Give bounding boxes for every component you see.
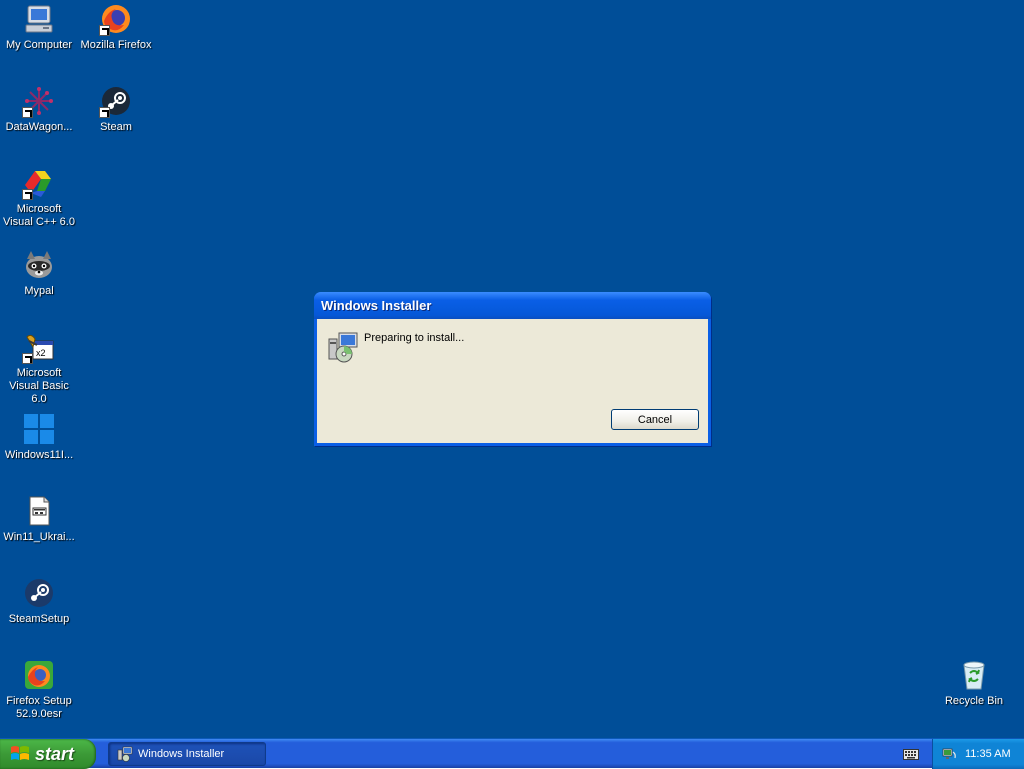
desktop: My Computer Mozilla Firefox DataWagon...…: [0, 0, 1024, 738]
desktop-icon-label: Mypal: [24, 285, 54, 297]
desktop-icon-label: DataWagon...: [5, 121, 73, 133]
steam-setup-icon: [22, 576, 56, 610]
dialog-title: Windows Installer: [321, 298, 432, 313]
system-tray: 11:35 AM: [932, 739, 1024, 769]
desktop-icon-label: Mozilla Firefox: [80, 39, 152, 51]
shortcut-arrow-icon: [99, 107, 110, 118]
taskbar-button-label: Windows Installer: [138, 748, 225, 760]
shortcut-arrow-icon: [22, 107, 33, 118]
start-label: start: [35, 743, 75, 764]
desktop-icon-steam-setup[interactable]: SteamSetup: [0, 576, 78, 626]
shortcut-arrow-icon: [22, 189, 33, 200]
desktop-icon-label: Win11_Ukrai...: [3, 531, 75, 543]
taskbar: start Windows Installer 11:35 AM: [0, 738, 1024, 769]
datawagon-icon: [22, 84, 56, 118]
network-tray-icon[interactable]: [942, 746, 958, 762]
my-computer-icon: [22, 2, 56, 36]
desktop-icon-visual-cpp[interactable]: Microsoft Visual C++ 6.0: [0, 166, 78, 229]
dialog-message: Preparing to install...: [364, 332, 465, 344]
visual-cpp-icon: [22, 166, 56, 200]
windows11-icon: [22, 412, 56, 446]
desktop-icon-label: SteamSetup: [8, 613, 70, 625]
desktop-icon-label: Steam: [100, 121, 132, 133]
firefox-setup-icon: [22, 658, 56, 692]
shortcut-arrow-icon: [22, 353, 33, 364]
desktop-icon-mypal[interactable]: Mypal: [0, 248, 78, 298]
desktop-icon-datawagon[interactable]: DataWagon...: [0, 84, 78, 134]
document-icon: [22, 494, 56, 528]
steam-icon: [99, 84, 133, 118]
firefox-icon: [99, 2, 133, 36]
desktop-icon-my-computer[interactable]: My Computer: [0, 2, 78, 52]
desktop-icon-label: My Computer: [5, 39, 73, 51]
recycle-bin-icon: [957, 658, 991, 692]
desktop-icon-label: Windows11I...: [4, 449, 74, 461]
desktop-icon-windows11[interactable]: Windows11I...: [0, 412, 78, 462]
desktop-icon-label: Recycle Bin: [944, 695, 1004, 707]
windows-installer-dialog: Windows Installer Preparing to install..…: [314, 292, 711, 446]
desktop-icon-label: Microsoft Visual Basic 6.0: [9, 367, 69, 405]
clock[interactable]: 11:35 AM: [965, 748, 1011, 760]
taskbar-button-windows-installer[interactable]: Windows Installer: [108, 742, 266, 766]
mypal-icon: [22, 248, 56, 282]
desktop-icon-steam[interactable]: Steam: [77, 84, 155, 134]
start-button[interactable]: start: [0, 739, 96, 769]
desktop-icon-firefox[interactable]: Mozilla Firefox: [77, 2, 155, 52]
installer-icon: [117, 746, 133, 762]
cancel-button[interactable]: Cancel: [611, 409, 699, 430]
desktop-icon-firefox-setup[interactable]: Firefox Setup 52.9.0esr: [0, 658, 78, 721]
desktop-icon-label: Firefox Setup 52.9.0esr: [6, 695, 72, 720]
visual-basic-icon: x2: [22, 330, 56, 364]
installer-icon: [327, 331, 359, 363]
desktop-icon-recycle-bin[interactable]: Recycle Bin: [935, 658, 1013, 708]
desktop-icon-label: Microsoft Visual C++ 6.0: [3, 203, 75, 228]
desktop-icon-visual-basic[interactable]: x2 Microsoft Visual Basic 6.0: [0, 330, 78, 406]
dialog-titlebar[interactable]: Windows Installer: [314, 292, 711, 319]
keyboard-icon[interactable]: [903, 747, 919, 761]
windows-flag-icon: [11, 746, 29, 760]
desktop-icon-win11-ukrai[interactable]: Win11_Ukrai...: [0, 494, 78, 544]
dialog-body: Preparing to install... Cancel: [317, 319, 708, 443]
svg-text:x2: x2: [36, 348, 46, 358]
shortcut-arrow-icon: [99, 25, 110, 36]
